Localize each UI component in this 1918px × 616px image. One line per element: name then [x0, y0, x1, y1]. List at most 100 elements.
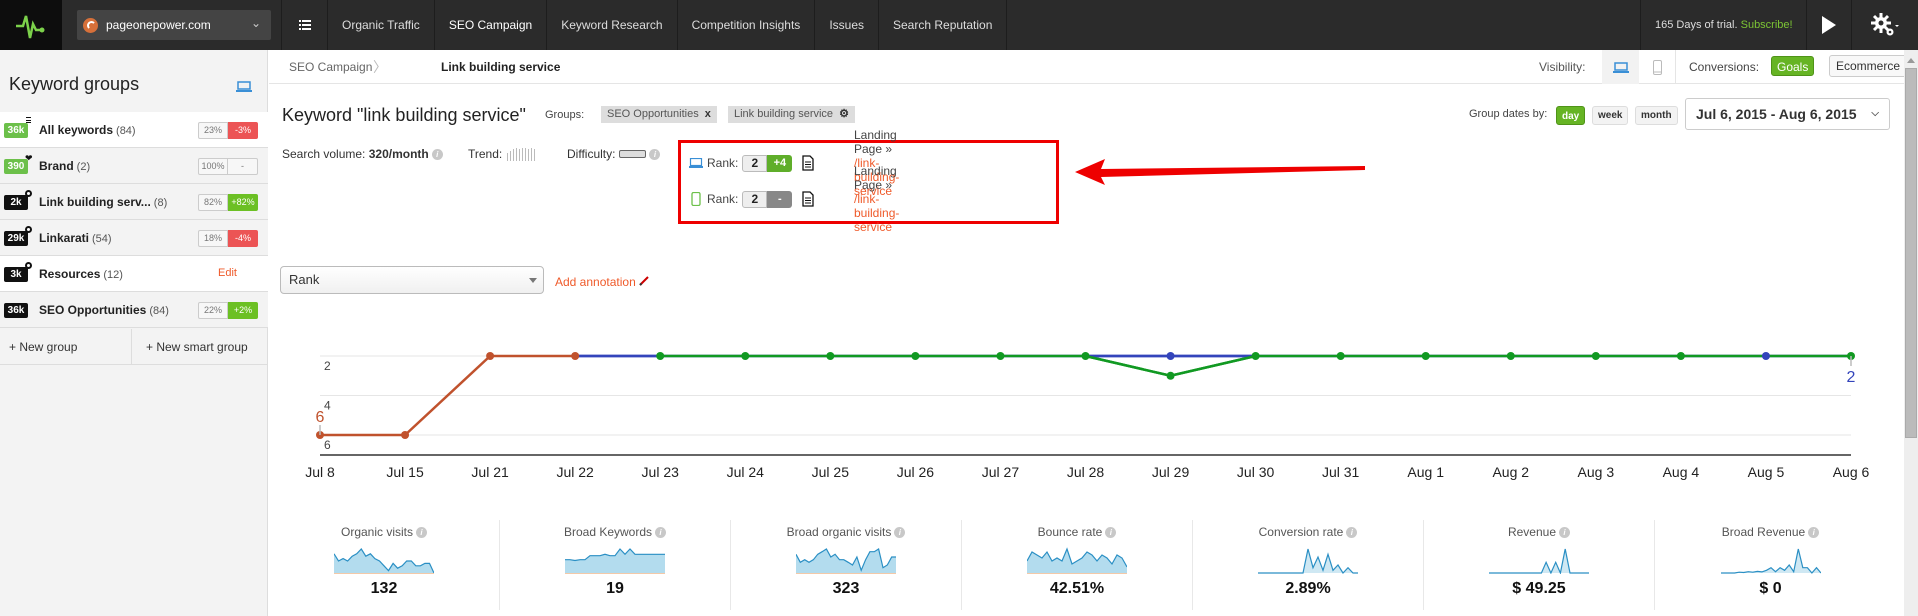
- metric-select-value: Rank: [289, 272, 320, 287]
- scrollbar-thumb[interactable]: [1905, 68, 1917, 438]
- info-icon[interactable]: i: [649, 148, 661, 160]
- gear-icon[interactable]: [1851, 0, 1918, 50]
- data-point[interactable]: [741, 352, 750, 360]
- new-group-button[interactable]: + New group: [0, 329, 132, 365]
- new-smart-group-button[interactable]: + New smart group: [132, 329, 268, 365]
- kpi-label-text: Broad Keywords: [563, 525, 653, 539]
- trend-bar: [507, 152, 509, 161]
- keyword-group-item[interactable]: 390 ❤ Brand (2) 100% -: [0, 148, 268, 184]
- breadcrumb-parent[interactable]: SEO Campaign: [289, 60, 372, 74]
- trend-bar: [510, 150, 512, 161]
- group-by-day-button[interactable]: day: [1556, 106, 1586, 125]
- visibility-desktop-button[interactable]: [1602, 50, 1639, 84]
- data-point[interactable]: [826, 352, 835, 360]
- trend-bar: [528, 148, 530, 161]
- main-nav: Organic Traffic SEO Campaign Keyword Res…: [281, 0, 1008, 50]
- group-visibility-percent: 23%: [198, 122, 228, 139]
- kpi-value: 323: [832, 580, 860, 597]
- site-selector[interactable]: pageonepower.com ⌄: [77, 10, 271, 40]
- add-annotation-link[interactable]: Add annotation: [555, 275, 649, 289]
- ecommerce-button[interactable]: Ecommerce: [1829, 55, 1908, 77]
- data-point[interactable]: [1166, 352, 1175, 360]
- page-scrollbar[interactable]: [1904, 50, 1918, 616]
- data-point[interactable]: [1591, 352, 1600, 360]
- data-point[interactable]: [911, 352, 920, 360]
- menu-icon[interactable]: [26, 117, 31, 123]
- landing-page-link[interactable]: /link-building-service: [854, 192, 899, 234]
- settings-dot-icon[interactable]: [25, 262, 32, 269]
- goals-button[interactable]: Goals: [1771, 56, 1815, 76]
- group-tag-seo-opportunities[interactable]: SEO Opportunities x: [601, 106, 717, 123]
- rank-label: Rank:: [707, 156, 739, 170]
- nav-issues[interactable]: Issues: [814, 0, 878, 50]
- data-point[interactable]: [1251, 352, 1260, 360]
- kpi-value: 19: [606, 580, 624, 597]
- visibility-mobile-button[interactable]: [1639, 50, 1676, 84]
- group-tag-name: SEO Opportunities: [607, 108, 699, 120]
- keyword-group-item[interactable]: 36k All keywords (84) 23% -3%: [0, 112, 268, 148]
- heart-icon[interactable]: ❤: [25, 153, 33, 164]
- data-point[interactable]: [486, 352, 495, 360]
- metric-select[interactable]: Rank: [280, 266, 544, 294]
- group-tag-link-building-service[interactable]: Link building service ⚙: [728, 106, 855, 123]
- pulse-logo-icon[interactable]: [0, 0, 62, 50]
- trend-bar: [525, 147, 527, 161]
- info-icon[interactable]: i: [1346, 527, 1358, 539]
- data-point[interactable]: [1336, 352, 1345, 360]
- date-range-picker[interactable]: Jul 6, 2015 - Aug 6, 2015 ⌵: [1685, 98, 1890, 130]
- data-point[interactable]: [1081, 352, 1090, 360]
- play-icon[interactable]: [1806, 0, 1851, 50]
- document-icon[interactable]: [802, 191, 815, 207]
- info-icon[interactable]: i: [1105, 527, 1117, 539]
- data-point[interactable]: [996, 352, 1005, 360]
- keyword-group-item[interactable]: 36k SEO Opportunities (84) 22% +2%: [0, 292, 268, 328]
- x-tick-label: Aug 6: [1833, 464, 1870, 480]
- info-icon[interactable]: i: [894, 527, 906, 539]
- date-range-value: Jul 6, 2015 - Aug 6, 2015: [1696, 106, 1857, 122]
- data-point[interactable]: [1506, 352, 1515, 360]
- group-dates-label: Group dates by:: [1469, 108, 1548, 120]
- nav-search-reputation[interactable]: Search Reputation: [878, 0, 1006, 50]
- info-icon[interactable]: i: [655, 527, 667, 539]
- data-point[interactable]: [1421, 352, 1430, 360]
- list-icon[interactable]: [281, 0, 327, 50]
- nav-organic-traffic[interactable]: Organic Traffic: [327, 0, 434, 50]
- data-point[interactable]: [1761, 352, 1770, 360]
- group-by-week-button[interactable]: week: [1592, 106, 1629, 125]
- trend-bar: [516, 147, 518, 161]
- data-point[interactable]: [571, 352, 580, 360]
- keyword-group-item[interactable]: 3k Resources (12) Edit: [0, 256, 268, 292]
- info-icon[interactable]: i: [1808, 527, 1820, 539]
- data-point[interactable]: [401, 431, 410, 439]
- nav-keyword-research[interactable]: Keyword Research: [546, 0, 676, 50]
- document-icon[interactable]: [802, 155, 815, 171]
- kpi-label-text: Organic visits: [340, 525, 414, 539]
- remove-tag-icon[interactable]: x: [705, 108, 711, 120]
- subscribe-link[interactable]: Subscribe!: [1741, 19, 1793, 31]
- laptop-icon[interactable]: [236, 81, 252, 95]
- settings-dot-icon[interactable]: [25, 226, 32, 233]
- data-point[interactable]: [656, 352, 665, 360]
- nav-seo-campaign[interactable]: SEO Campaign: [433, 0, 547, 50]
- x-tick-label: Jul 8: [305, 464, 335, 480]
- group-by-month-button[interactable]: month: [1635, 106, 1678, 125]
- gear-icon[interactable]: ⚙: [839, 108, 849, 120]
- info-icon[interactable]: i: [1559, 527, 1571, 539]
- keyword-group-item[interactable]: 29k Linkarati (54) 18% -4%: [0, 220, 268, 256]
- kpi-broad-keywords: Broad Keywords i 19: [500, 520, 731, 610]
- info-icon[interactable]: i: [431, 149, 443, 161]
- group-name: Brand (2): [39, 159, 90, 173]
- data-point[interactable]: [1676, 352, 1685, 360]
- settings-dot-icon[interactable]: [25, 190, 32, 197]
- edit-group-button[interactable]: Edit: [218, 267, 237, 279]
- kpi-value: $ 0: [1759, 580, 1782, 597]
- rank-change: -: [767, 190, 793, 208]
- breadcrumb-separator-icon: 〉: [373, 59, 387, 75]
- scroll-up-arrow-icon[interactable]: [1907, 58, 1915, 63]
- info-icon[interactable]: i: [416, 527, 428, 539]
- data-point[interactable]: [1166, 371, 1175, 380]
- keyword-group-item[interactable]: 2k Link building serv... (8) 82% +82%: [0, 184, 268, 220]
- nav-competition-insights[interactable]: Competition Insights: [676, 0, 815, 50]
- group-tag-name: Link building service: [734, 108, 834, 120]
- kpi-label-text: Bounce rate: [1037, 525, 1103, 539]
